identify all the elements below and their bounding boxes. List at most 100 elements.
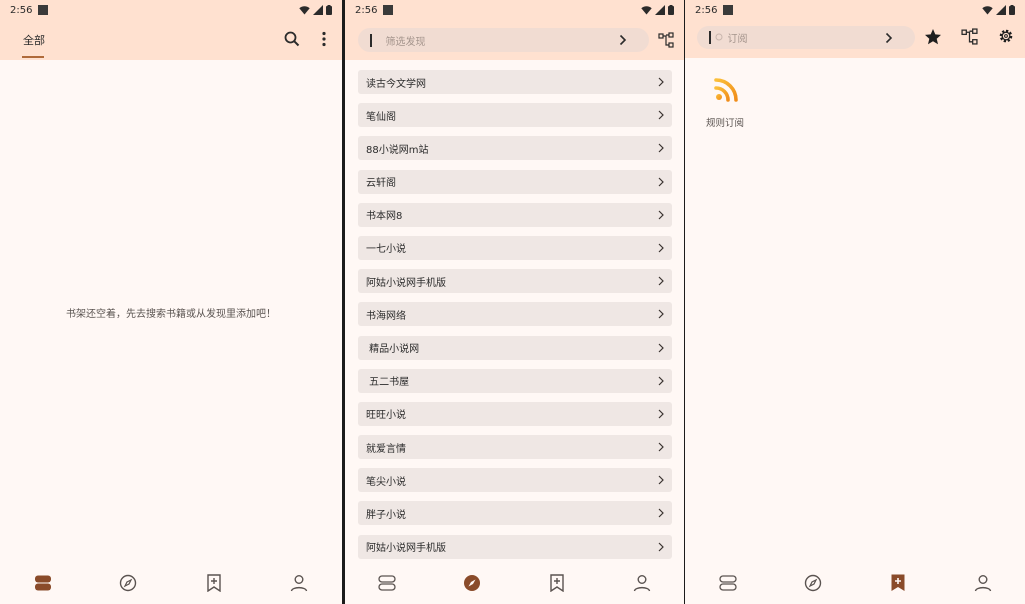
search-placeholder: 筛选发现 [385,36,426,48]
small-search-icon [715,33,722,41]
source-name: 就爱言情 [366,443,406,455]
discover-source-item[interactable]: 云轩阁 [358,169,672,194]
nav-bookshelf[interactable] [712,567,744,599]
chevron-right-icon[interactable] [885,32,893,44]
chevron-right-icon [658,509,664,518]
rss-icon [714,78,738,102]
chevron-right-icon [658,376,664,386]
source-name: 五二书屋 [366,377,410,389]
discover-source-item[interactable]: 五二书屋 [358,368,672,393]
bookmark-add-icon [550,574,564,592]
more-vert-icon[interactable] [318,31,330,47]
chevron-right-icon [658,309,664,319]
rss-label: 规则订阅 [705,118,744,129]
text-cursor [370,33,372,47]
group-filter-icon[interactable] [658,32,674,48]
nav-profile[interactable] [283,567,315,599]
bookshelf-icon [718,575,737,591]
chevron-right-icon [658,475,664,485]
subscription-toolbar: 订阅 [685,20,1025,58]
chevron-right-icon [658,210,664,220]
discover-source-item[interactable]: 88小说网m站 [358,136,672,161]
tab-all[interactable]: 全部 [23,32,45,48]
battery-icon [326,5,332,15]
nav-subscription[interactable] [198,567,230,599]
group-filter-icon[interactable] [961,28,978,45]
discover-source-item[interactable]: 书本网8 [358,202,672,227]
chevron-right-icon [658,276,664,286]
rss-badge [708,70,746,108]
text-cursor [709,31,711,44]
chevron-right-icon [658,442,664,452]
gear-icon[interactable] [998,28,1014,44]
discover-source-item[interactable]: 笔尖小说 [358,468,672,493]
nav-bookshelf[interactable] [27,567,59,599]
discover-list: 读古今文学网 笔仙阁 88小说网m站 云轩阁 书本网8 一七小说 阿姑小说网手机版 书海网络 … [358,70,672,568]
bookshelf-icon [378,575,397,591]
signal-icon [313,5,323,15]
chevron-right-icon [658,110,664,120]
nav-discover[interactable] [112,567,144,599]
notification-icon [38,5,49,15]
empty-bookshelf-message: 书架还空着，先去搜索书籍或从发现里添加吧！ [66,309,276,320]
subscription-search-input[interactable]: 订阅 [697,26,915,49]
source-name: 胖子小说 [366,509,406,521]
status-time: 2:56 [10,4,33,16]
source-name: 云轩阁 [366,178,396,190]
nav-discover[interactable] [797,567,829,599]
chevron-right-icon [658,343,664,352]
source-name: 笔仙阁 [366,111,396,123]
notification-icon [383,5,394,15]
person-icon [974,575,991,592]
discover-toolbar: 筛选发现 [345,20,684,60]
bookmark-add-icon [891,574,904,591]
bookmark-add-icon [207,574,221,592]
discover-source-item[interactable]: 阿姑小说网手机版 [358,269,672,294]
discover-source-item[interactable]: 书海网络 [358,302,672,327]
signal-icon [996,5,1006,15]
discover-source-item[interactable]: 阿姑小说网手机版 [358,534,672,559]
bookshelf-screen: 2:56 全部 书架还空着，先去搜索书籍或从发现里添加吧！ [0,0,342,604]
nav-subscription[interactable] [882,567,914,599]
subscription-screen: 2:56 订阅 规则订阅 [685,0,1025,604]
discover-source-item[interactable]: 读古今文学网 [358,70,672,94]
source-name: 阿姑小说网手机版 [366,277,446,289]
status-bar: 2:56 [0,0,342,20]
discover-source-item[interactable]: 精品小说网 [358,335,672,360]
chevron-right-icon [658,243,664,253]
chevron-right-icon [658,77,664,87]
discover-source-item[interactable]: 笔仙阁 [358,103,672,128]
compass-icon [120,574,137,592]
nav-discover[interactable] [456,567,488,599]
search-icon[interactable] [284,31,300,47]
nav-subscription[interactable] [541,567,573,599]
status-bar: 2:56 [685,0,1025,20]
nav-bookshelf[interactable] [371,567,403,599]
compass-icon [804,574,821,592]
wifi-icon [299,6,310,15]
nav-profile[interactable] [626,567,658,599]
bottom-navigation [0,562,342,604]
wifi-icon [641,6,652,15]
tab-indicator [22,56,44,58]
signal-icon [655,5,665,15]
bookshelf-icon [34,575,51,591]
discover-search-input[interactable]: 筛选发现 [358,28,649,52]
nav-profile[interactable] [967,567,999,599]
bottom-navigation [685,562,1025,604]
source-name: 一七小说 [366,244,406,256]
rule-subscription-tile[interactable]: 规则订阅 [705,70,749,129]
discover-source-item[interactable]: 就爱言情 [358,435,672,460]
chevron-right-icon[interactable] [619,34,627,46]
discover-source-item[interactable]: 一七小说 [358,235,672,260]
person-icon [633,575,650,592]
source-name: 88小说网m站 [366,144,429,156]
star-icon[interactable] [924,28,942,46]
chevron-right-icon [658,143,664,153]
discover-source-item[interactable]: 旺旺小说 [358,401,672,426]
bottom-navigation [345,562,684,604]
source-name: 书本网8 [366,211,403,223]
discover-source-item[interactable]: 胖子小说 [358,501,672,526]
person-icon [291,575,308,592]
chevron-right-icon [658,542,664,552]
